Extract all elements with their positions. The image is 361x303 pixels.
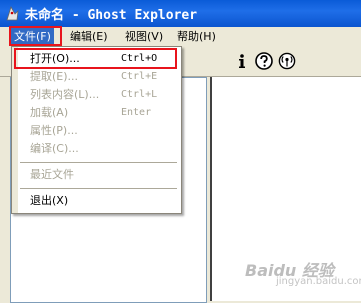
menu-separator bbox=[20, 188, 177, 189]
menu-item-label: 退出(X) bbox=[30, 194, 69, 207]
menu-help[interactable]: 帮助(H) bbox=[174, 28, 219, 45]
open-item-highlight-box bbox=[14, 48, 177, 69]
menu-item-recent-files[interactable]: 最近文件 bbox=[30, 166, 74, 184]
menu-item-load[interactable]: 加载(A) Enter bbox=[30, 104, 151, 122]
menu-item-label: 列表内容(L)... bbox=[30, 88, 100, 101]
wireless-icon[interactable] bbox=[278, 52, 296, 70]
help-icon[interactable] bbox=[255, 52, 273, 70]
menu-item-extract[interactable]: 提取(E)... Ctrl+E bbox=[30, 68, 157, 86]
menu-item-compile[interactable]: 编译(C)... bbox=[30, 140, 79, 158]
file-dropdown-menu: 打开(O)... Ctrl+O 提取(E)... Ctrl+E 列表内容(L).… bbox=[11, 46, 182, 214]
menu-item-label: 编译(C)... bbox=[30, 142, 79, 155]
info-icon[interactable] bbox=[233, 52, 251, 70]
menu-item-exit[interactable]: 退出(X) bbox=[30, 192, 68, 210]
menu-item-list-contents[interactable]: 列表内容(L)... Ctrl+L bbox=[30, 86, 157, 104]
menu-item-label: 最近文件 bbox=[30, 168, 74, 181]
baidu-watermark-url: jingyan.baidu.com bbox=[276, 276, 361, 287]
menu-item-shortcut: Ctrl+E bbox=[121, 71, 158, 82]
menu-item-shortcut: Enter bbox=[121, 107, 152, 118]
menu-separator bbox=[20, 162, 177, 163]
menu-item-label: 加载(A) bbox=[30, 106, 69, 119]
window-titlebar[interactable]: 未命名 - Ghost Explorer bbox=[0, 0, 361, 27]
ghost-app-icon bbox=[6, 5, 19, 21]
menu-item-label: 提取(E)... bbox=[30, 70, 79, 83]
menu-item-shortcut: Ctrl+L bbox=[121, 89, 158, 100]
menu-item-properties[interactable]: 属性(P)... bbox=[30, 122, 78, 140]
file-menu-highlight-box bbox=[9, 26, 62, 46]
menu-view[interactable]: 视图(V) bbox=[122, 28, 166, 45]
left-edge bbox=[0, 77, 8, 301]
menu-gutter bbox=[12, 47, 18, 213]
window-title: 未命名 - Ghost Explorer bbox=[25, 8, 198, 23]
menu-edit[interactable]: 编辑(E) bbox=[67, 28, 111, 45]
menu-item-label: 属性(P)... bbox=[30, 124, 78, 137]
